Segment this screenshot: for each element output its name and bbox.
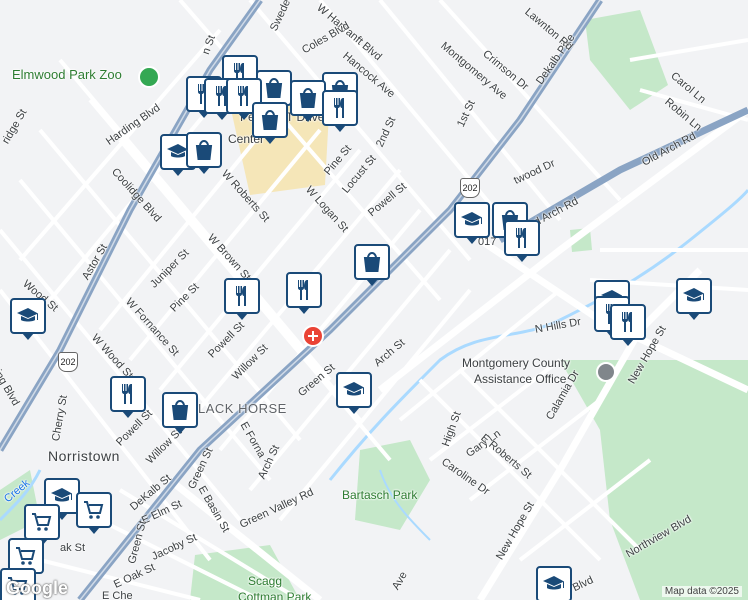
restaurant-pin[interactable] — [504, 220, 540, 262]
shopping-icon — [299, 87, 317, 108]
map-base-layer — [0, 0, 748, 600]
poi-label[interactable]: Montgomery County — [462, 356, 570, 370]
restaurant-icon — [516, 228, 526, 248]
shopping-pin[interactable] — [252, 102, 288, 144]
government-office-icon[interactable] — [596, 362, 616, 382]
park-label[interactable]: Scagg — [248, 574, 282, 588]
neighborhood-label: LACK HORSE — [198, 401, 287, 416]
grocery-icon — [16, 547, 36, 565]
park-label[interactable]: Bartasch Park — [342, 488, 417, 502]
school-pin[interactable] — [676, 278, 712, 320]
street-label: E Che — [102, 590, 133, 600]
grocery-pin[interactable] — [76, 492, 112, 534]
grocery-pin[interactable] — [24, 504, 60, 546]
city-label[interactable]: Norristown — [48, 448, 120, 464]
shopping-icon — [195, 139, 213, 160]
school-icon — [683, 288, 704, 302]
map-attribution[interactable]: Map data ©2025 — [661, 586, 742, 597]
school-icon — [461, 212, 482, 226]
shield-label: 202 — [60, 357, 76, 367]
shopping-icon — [171, 399, 189, 420]
restaurant-pin[interactable] — [322, 90, 358, 132]
school-pin[interactable] — [336, 372, 372, 414]
restaurant-icon — [236, 286, 246, 306]
shopping-icon — [363, 251, 381, 272]
park-label-2: Cottman Park — [238, 590, 312, 600]
restaurant-pin[interactable] — [110, 376, 146, 418]
restaurant-icon — [334, 98, 344, 118]
school-icon — [343, 382, 364, 396]
shopping-pin[interactable] — [290, 80, 326, 122]
shopping-pin[interactable] — [162, 392, 198, 434]
us-202-shield: 202 — [58, 352, 78, 372]
restaurant-icon — [622, 312, 632, 332]
shopping-pin[interactable] — [354, 244, 390, 286]
school-icon — [17, 308, 38, 322]
school-pin[interactable] — [536, 566, 572, 600]
restaurant-icon — [122, 384, 132, 404]
elmwood-park-zoo-label[interactable]: Elmwood Park Zoo — [12, 67, 122, 82]
street-label: ak St — [60, 542, 86, 554]
zoo-icon[interactable] — [138, 66, 160, 88]
us-202-shield: 202 — [460, 178, 480, 198]
school-pin[interactable] — [10, 298, 46, 340]
shopping-icon — [265, 77, 283, 98]
grocery-icon — [84, 501, 104, 519]
restaurant-icon — [298, 280, 308, 300]
shield-label: 202 — [462, 183, 478, 193]
school-pin[interactable] — [454, 202, 490, 244]
grocery-icon — [32, 513, 52, 531]
google-logo: Google — [6, 578, 68, 598]
shopping-pin[interactable] — [186, 132, 222, 174]
hospital-icon[interactable] — [302, 325, 324, 347]
map-canvas[interactable]: 202 202 202 Elmwood Park Zoo PennDOT Dri… — [0, 0, 748, 600]
poi-label-2: Assistance Office — [474, 372, 567, 386]
shopping-icon — [261, 109, 279, 130]
restaurant-pin[interactable] — [610, 304, 646, 346]
school-icon — [543, 576, 564, 590]
restaurant-pin[interactable] — [224, 278, 260, 320]
restaurant-pin[interactable] — [286, 272, 322, 314]
